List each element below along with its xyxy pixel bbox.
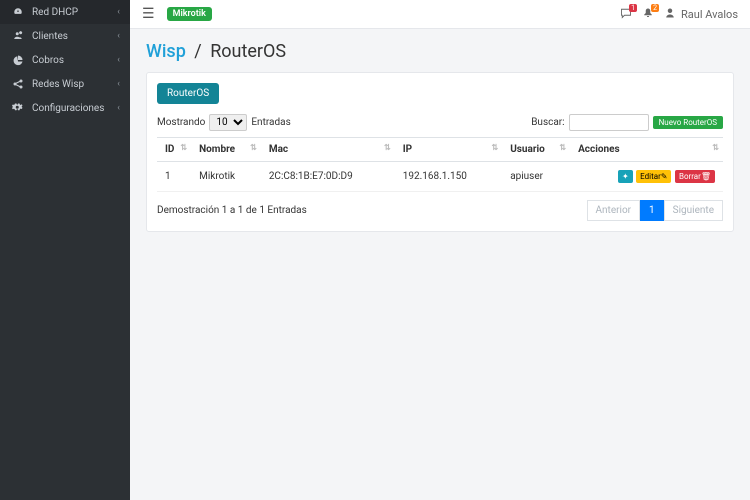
sort-icon: ⇅ [712,144,719,152]
sidebar-item-redes-wisp[interactable]: Redes Wisp ‹ [0,72,130,96]
sidebar: Red DHCP ‹ Clientes ‹ Cobros ‹ Redes Wis… [0,0,130,500]
notification-badge: 2 [651,4,659,12]
sort-icon: ⇅ [384,144,391,152]
sort-icon: ⇅ [250,144,257,152]
sort-icon: ⇅ [180,144,187,152]
sort-icon: ⇅ [491,144,498,152]
search-input[interactable] [569,114,649,131]
topbar: ☰ Mikrotik 1 2 Raul Avalos [130,0,750,29]
chevron-left-icon: ‹ [117,79,120,89]
cell-id: 1 [157,162,191,192]
pager: Anterior 1 Siguiente [587,200,724,221]
sidebar-item-label: Redes Wisp [32,79,117,90]
sidebar-item-label: Configuraciones [32,103,117,114]
edit-icon: ✎ [661,172,668,181]
info-button[interactable]: ✦ [618,170,633,183]
edit-button[interactable]: Editar✎ [636,170,671,183]
trash-icon: 🗑 [701,172,711,181]
cell-usuario: apiuser [502,162,570,192]
col-id[interactable]: ID⇅ [157,138,191,162]
sidebar-item-label: Red DHCP [32,7,117,18]
search-label: Buscar: [531,117,564,128]
delete-button[interactable]: Borrar🗑 [675,170,715,183]
length-select[interactable]: 10 [209,114,247,131]
breadcrumb-current: RouterOS [210,41,286,62]
table-row: 1 Mikrotik 2C:C8:1B:E7:0D:D9 192.168.1.1… [157,162,723,192]
sidebar-item-configuraciones[interactable]: Configuraciones ‹ [0,96,130,120]
sidebar-item-clientes[interactable]: Clientes ‹ [0,24,130,48]
col-usuario[interactable]: Usuario⇅ [502,138,570,162]
menu-toggle-icon[interactable]: ☰ [142,6,155,22]
chevron-left-icon: ‹ [117,103,120,113]
user-icon [664,7,676,22]
info-icon: ✦ [622,172,629,181]
col-acciones[interactable]: Acciones⇅ [570,138,723,162]
pager-next[interactable]: Siguiente [664,200,723,221]
card: RouterOS Mostrando 10 Entradas Buscar: N… [146,72,734,232]
pie-icon [10,54,26,66]
chevron-left-icon: ‹ [117,55,120,65]
breadcrumb: Wisp / RouterOS [146,41,734,62]
cell-mac: 2C:C8:1B:E7:0D:D9 [261,162,395,192]
tab-routeros[interactable]: RouterOS [157,83,219,104]
share-icon [10,78,26,90]
user-menu[interactable]: Raul Avalos [664,7,738,22]
cogs-icon [10,102,26,114]
content: Wisp / RouterOS RouterOS Mostrando 10 En… [130,29,750,244]
new-routeros-button[interactable]: Nuevo RouterOS [653,116,723,129]
users-icon [10,30,26,42]
breadcrumb-root[interactable]: Wisp [146,41,186,62]
chevron-left-icon: ‹ [117,7,120,17]
chevron-left-icon: ‹ [117,31,120,41]
notification-badge: 1 [629,4,637,12]
length-suffix: Entradas [251,117,290,128]
sidebar-item-label: Clientes [32,31,117,42]
table-info: Demostración 1 a 1 de 1 Entradas [157,205,307,216]
bell-icon[interactable]: 2 [642,7,654,22]
pager-prev[interactable]: Anterior [587,200,641,221]
routeros-table: ID⇅ Nombre⇅ Mac⇅ IP⇅ Usuario⇅ Acciones⇅ … [157,137,723,192]
cell-ip: 192.168.1.150 [395,162,502,192]
col-ip[interactable]: IP⇅ [395,138,502,162]
chat-icon[interactable]: 1 [620,7,632,22]
sidebar-item-red-dhcp[interactable]: Red DHCP ‹ [0,0,130,24]
dashboard-icon [10,6,26,18]
cell-nombre: Mikrotik [191,162,261,192]
sort-icon: ⇅ [559,144,566,152]
main: ☰ Mikrotik 1 2 Raul Avalos Wisp [130,0,750,500]
cell-actions: ✦ Editar✎ Borrar🗑 [570,162,723,192]
user-name: Raul Avalos [681,8,738,21]
sidebar-item-cobros[interactable]: Cobros ‹ [0,48,130,72]
col-nombre[interactable]: Nombre⇅ [191,138,261,162]
router-badge: Mikrotik [167,7,212,21]
col-mac[interactable]: Mac⇅ [261,138,395,162]
breadcrumb-sep: / [194,41,201,62]
length-control: Mostrando 10 Entradas [157,114,291,131]
sidebar-item-label: Cobros [32,55,117,66]
length-prefix: Mostrando [157,117,205,128]
pager-page-1[interactable]: 1 [640,200,664,221]
